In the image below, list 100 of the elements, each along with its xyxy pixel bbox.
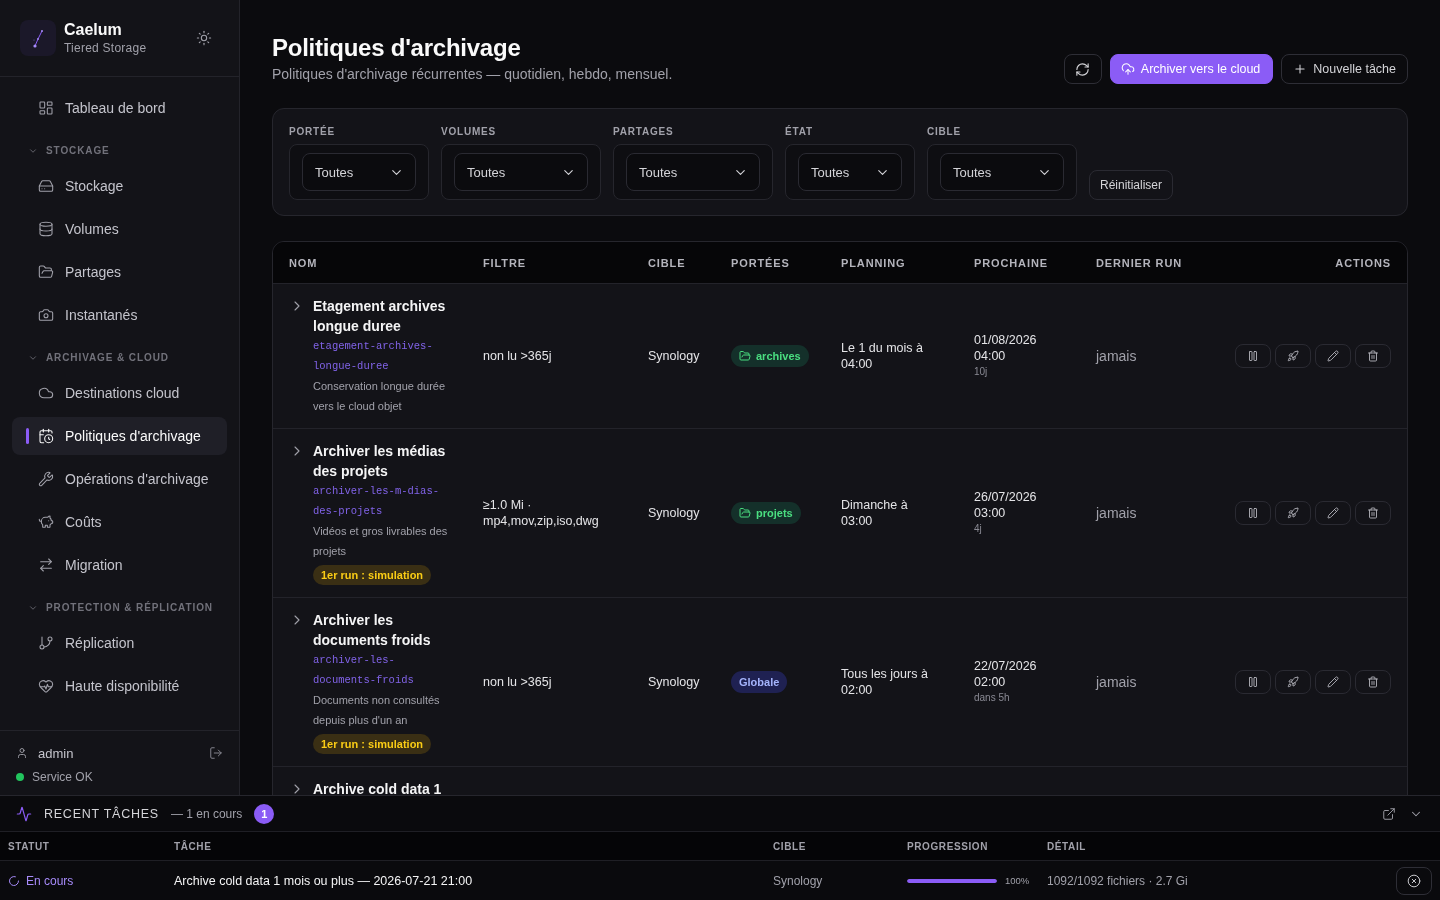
progress-percent: 100%	[1005, 875, 1030, 886]
nav-item[interactable]: Destinations cloud	[12, 374, 227, 412]
filter-label: VOLUMES	[441, 126, 498, 138]
scope-label: archives	[756, 349, 801, 364]
cancel-button[interactable]	[1396, 866, 1432, 895]
delete-button[interactable]	[1355, 344, 1391, 368]
section-header[interactable]: ARCHIVAGE & CLOUD	[12, 339, 227, 374]
edit-button[interactable]	[1315, 344, 1351, 368]
pause-icon	[1247, 676, 1259, 688]
column-header: PROGRESSION	[906, 840, 990, 852]
nav-item[interactable]: Politiques d'archivage	[12, 417, 227, 455]
select-field[interactable]: Toutes	[454, 153, 588, 191]
nav-item[interactable]: Haute disponibilité	[12, 667, 227, 705]
task-count: 1	[254, 803, 275, 824]
nav-item[interactable]: Coûts	[12, 503, 227, 541]
policy-slug: etagement-archives-longue-duree	[313, 339, 434, 374]
pencil-icon	[1327, 507, 1339, 519]
target-name: Synology	[648, 674, 700, 690]
logout-icon[interactable]	[209, 746, 223, 760]
target-name: Synology	[648, 505, 700, 521]
policy-name: Archiver les médias des projets	[313, 442, 447, 481]
refresh-button[interactable]	[1063, 54, 1102, 84]
sun-icon[interactable]	[196, 30, 212, 46]
nav-item[interactable]: Opérations d'archivage	[12, 460, 227, 498]
panel-title: RECENT TÂCHES	[44, 806, 159, 821]
cloud-upload-icon	[1120, 62, 1135, 76]
column-header: DÉTAIL	[1046, 840, 1087, 852]
launch-button[interactable]	[1275, 501, 1311, 525]
scope-label: Globale	[739, 675, 780, 690]
service-status: Service OK	[32, 770, 93, 784]
pause-button[interactable]	[1235, 670, 1271, 694]
nav-item[interactable]: Instantanés	[12, 296, 227, 334]
select-field[interactable]: Toutes	[302, 153, 416, 191]
task-target: Synology	[773, 873, 823, 888]
column-header: ACTIONS	[1334, 256, 1392, 269]
schedule-text: Le 1 du mois à 04:00	[841, 340, 924, 372]
column-header: FILTRE	[482, 256, 527, 269]
x-circle-icon	[1407, 873, 1421, 888]
column-header: DERNIER RUN	[1095, 256, 1184, 269]
edit-button[interactable]	[1315, 670, 1351, 694]
nav-item[interactable]: Tableau de bord	[12, 89, 227, 127]
launch-button[interactable]	[1275, 344, 1311, 368]
column-header: PORTÉES	[730, 256, 791, 269]
pause-button[interactable]	[1235, 501, 1271, 525]
filter-condition: ≥1.0 Mi · mp4,mov,zip,iso,dwg	[483, 497, 600, 529]
schedule-text: Tous les jours à 02:00	[841, 666, 929, 698]
next-run-date: 01/08/2026 04:00	[974, 332, 1038, 364]
last-run-text: jamais	[1096, 348, 1137, 364]
next-run-relative: 10j	[974, 365, 988, 379]
next-run-date: 22/07/2026 02:00	[974, 658, 1038, 690]
nav-item[interactable]: Volumes	[12, 210, 227, 248]
target-name: Synology	[648, 348, 700, 364]
filter-label: CIBLE	[927, 126, 962, 138]
wrench-icon	[38, 471, 54, 487]
nav-item[interactable]: Migration	[12, 546, 227, 584]
task-name: Archive cold data 1 mois ou plus — 2026-07-21 21:00	[174, 873, 473, 888]
delete-button[interactable]	[1355, 501, 1391, 525]
pause-icon	[1247, 350, 1259, 362]
next-run-relative: dans 5h	[974, 691, 1010, 705]
last-run-text: jamais	[1096, 505, 1137, 521]
select-field[interactable]: Toutes	[626, 153, 760, 191]
delete-button[interactable]	[1355, 670, 1391, 694]
swap-arrows-icon	[38, 557, 54, 573]
hard-drive-icon	[38, 178, 54, 194]
constellation-logo-icon	[20, 20, 56, 56]
section-header[interactable]: PROTECTION & RÉPLICATION	[12, 589, 227, 624]
page-title: Politiques d'archivage	[272, 33, 522, 63]
simulation-label: 1er run : simulation	[313, 565, 432, 585]
filter-label: PARTAGES	[613, 126, 675, 138]
plus-icon	[1293, 62, 1308, 76]
piggy-bank-icon	[38, 514, 54, 530]
policy-description: Documents non consultés depuis plus d'un an	[313, 693, 441, 728]
external-link-icon[interactable]	[1382, 806, 1396, 821]
pause-button[interactable]	[1235, 344, 1271, 368]
nav-item[interactable]: Stockage	[12, 167, 227, 205]
pause-icon	[1247, 507, 1259, 519]
launch-button[interactable]	[1275, 670, 1311, 694]
chevron-icon	[28, 353, 38, 363]
calendar-clock-icon	[38, 428, 54, 444]
chevron-icon	[28, 146, 38, 156]
select-field[interactable]: Toutes	[798, 153, 902, 191]
nav-item[interactable]: Réplication	[12, 624, 227, 662]
archive-button[interactable]: Archiver vers le cloud	[1109, 54, 1274, 84]
policy-description: Conservation longue durée vers le cloud objet	[313, 379, 447, 414]
policy-description: Vidéos et gros livrables des projets	[313, 524, 449, 559]
dashboard-grid-icon	[38, 100, 54, 116]
database-icon	[38, 221, 54, 237]
nav-item[interactable]: Partages	[12, 253, 227, 291]
section-header[interactable]: STOCKAGE	[12, 132, 227, 167]
user-icon	[16, 747, 28, 759]
new-task-button[interactable]: Nouvelle tâche	[1281, 54, 1408, 84]
status-text: En cours	[26, 873, 74, 888]
column-header: CIBLE	[772, 840, 807, 852]
branch-icon	[38, 635, 54, 651]
select-field[interactable]: Toutes	[940, 153, 1064, 191]
reset-button[interactable]: Réinitialiser	[1089, 170, 1174, 200]
chevron-icon	[28, 603, 38, 613]
edit-button[interactable]	[1315, 501, 1351, 525]
pencil-icon	[1327, 350, 1339, 362]
column-header: STATUT	[7, 840, 51, 852]
